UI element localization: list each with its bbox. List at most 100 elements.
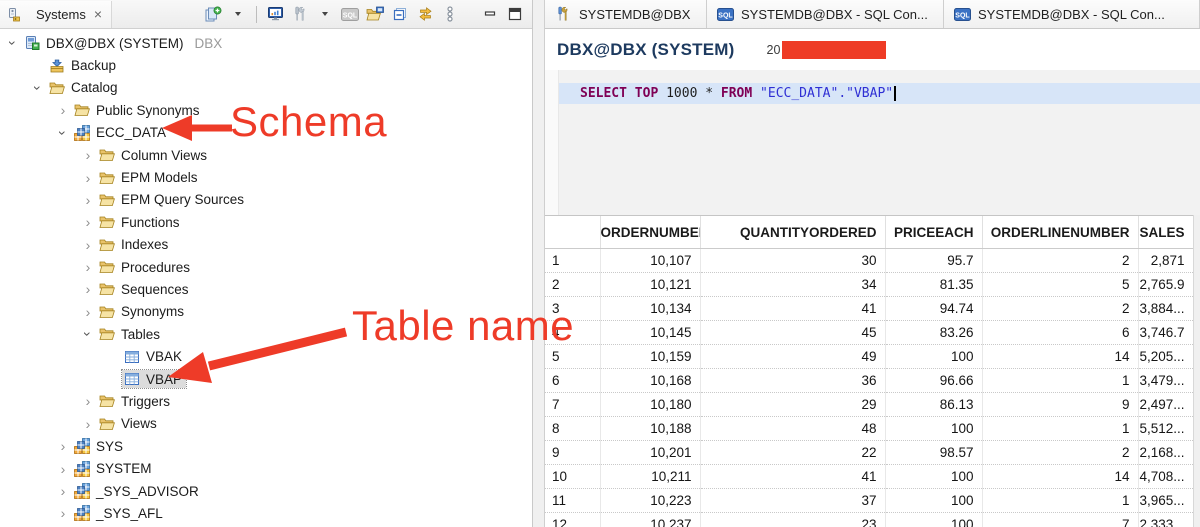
tree-item-synonyms[interactable]: ›Synonyms [0, 301, 532, 323]
cell[interactable]: 5,512... [1138, 417, 1193, 441]
add-system-icon[interactable] [202, 2, 224, 26]
tree-item-backup[interactable]: ›Backup [0, 54, 532, 76]
cell[interactable]: 10,211 [600, 465, 700, 489]
editor-tab-2[interactable]: SQLSYSTEMDB@DBX - SQL Con... [707, 0, 944, 28]
column-header-quantityordered[interactable]: QUANTITYORDERED [700, 216, 885, 249]
table-row[interactable]: 410,1454583.2663,746.7 [545, 321, 1193, 345]
cell[interactable]: 29 [700, 393, 885, 417]
tree-item-sys[interactable]: ›SYS [0, 435, 532, 457]
collapse-all-icon[interactable] [389, 2, 411, 26]
table-row[interactable]: 1210,2372310072,333... [545, 513, 1193, 527]
sql-statement-line[interactable]: SELECT TOP 1000 * FROM "ECC_DATA"."VBAP" [559, 83, 1200, 104]
tree-item-body[interactable]: Indexes [97, 236, 172, 254]
cell[interactable]: 41 [700, 465, 885, 489]
column-header-sales[interactable]: SALES [1138, 216, 1193, 249]
tree-item-body[interactable]: EPM Query Sources [97, 191, 248, 209]
cell[interactable]: 2,168... [1138, 441, 1193, 465]
column-header-orderlinenumber[interactable]: ORDERLINENUMBER [982, 216, 1138, 249]
row-number-cell[interactable]: 9 [545, 441, 600, 465]
cell[interactable]: 100 [885, 345, 982, 369]
cell[interactable]: 3,965... [1138, 489, 1193, 513]
cell[interactable]: 10,107 [600, 249, 700, 273]
cell[interactable]: 94.74 [885, 297, 982, 321]
cell[interactable]: 1 [982, 489, 1138, 513]
tree-item-body[interactable]: SYSTEM [72, 460, 156, 478]
row-number-cell[interactable]: 5 [545, 345, 600, 369]
cell[interactable]: 10,121 [600, 273, 700, 297]
tree-item-body[interactable]: ECC_DATA [72, 124, 170, 142]
tree-item-body[interactable]: _SYS_AFL [72, 504, 167, 522]
tree-item-tables[interactable]: ›Tables [0, 323, 532, 345]
tree-item-body[interactable]: Synonyms [97, 303, 188, 321]
chevron-right-icon[interactable]: › [79, 238, 97, 252]
tree-item-vbap[interactable]: ›VBAP [0, 368, 532, 390]
chevron-down-icon[interactable]: › [81, 325, 95, 343]
cell[interactable]: 2,333... [1138, 513, 1193, 527]
cell[interactable]: 10,237 [600, 513, 700, 527]
row-number-cell[interactable]: 3 [545, 297, 600, 321]
cell[interactable]: 100 [885, 513, 982, 527]
cell[interactable]: 2 [982, 297, 1138, 321]
chevron-right-icon[interactable]: › [79, 193, 97, 207]
table-row[interactable]: 910,2012298.5722,168... [545, 441, 1193, 465]
panel-splitter[interactable] [532, 0, 545, 527]
chevron-right-icon[interactable]: › [54, 103, 72, 117]
tree-item-sequences[interactable]: ›Sequences [0, 278, 532, 300]
tree-item-body[interactable]: _SYS_ADVISOR [72, 482, 203, 500]
tree-item-body[interactable]: Procedures [97, 258, 194, 276]
tree-item-body[interactable]: Sequences [97, 280, 193, 298]
tree-item-functions[interactable]: ›Functions [0, 211, 532, 233]
cell[interactable]: 10,145 [600, 321, 700, 345]
row-number-cell[interactable]: 8 [545, 417, 600, 441]
row-number-cell[interactable]: 1 [545, 249, 600, 273]
cell[interactable]: 9 [982, 393, 1138, 417]
tree-item-public-synonyms[interactable]: ›Public Synonyms [0, 99, 532, 121]
row-number-cell[interactable]: 6 [545, 369, 600, 393]
tree-item-body[interactable]: SYS [72, 437, 127, 455]
cell[interactable]: 100 [885, 465, 982, 489]
row-number-cell[interactable]: 7 [545, 393, 600, 417]
tree-item-indexes[interactable]: ›Indexes [0, 234, 532, 256]
cell[interactable]: 100 [885, 489, 982, 513]
cell[interactable]: 36 [700, 369, 885, 393]
chevron-right-icon[interactable]: › [79, 305, 97, 319]
tree-item-procedures[interactable]: ›Procedures [0, 256, 532, 278]
cell[interactable]: 3,884... [1138, 297, 1193, 321]
row-number-cell[interactable]: 4 [545, 321, 600, 345]
tree-item-body[interactable]: Tables [97, 325, 164, 343]
sql-editor[interactable]: SELECT TOP 1000 * FROM "ECC_DATA"."VBAP" [545, 70, 1200, 215]
tree-item-body[interactable]: Column Views [97, 146, 211, 164]
cell[interactable]: 81.35 [885, 273, 982, 297]
tree-item-body[interactable]: EPM Models [97, 169, 202, 187]
cell[interactable]: 96.66 [885, 369, 982, 393]
cell[interactable]: 95.7 [885, 249, 982, 273]
tree-item-dbx-dbx-system[interactable]: ›DBX@DBX (SYSTEM)DBX [0, 32, 532, 54]
configure-icon[interactable] [289, 2, 311, 26]
close-icon[interactable]: × [94, 7, 102, 21]
table-row[interactable]: 610,1683696.6613,479... [545, 369, 1193, 393]
cell[interactable]: 10,134 [600, 297, 700, 321]
cell[interactable]: 86.13 [885, 393, 982, 417]
column-header-rownum[interactable] [545, 216, 600, 249]
table-row[interactable]: 1010,21141100144,708... [545, 465, 1193, 489]
tree-item-body[interactable]: Views [97, 415, 161, 433]
tree-item-views[interactable]: ›Views [0, 413, 532, 435]
cell[interactable]: 34 [700, 273, 885, 297]
table-row[interactable]: 110,1073095.722,871 [545, 249, 1193, 273]
tree-item-body[interactable]: Public Synonyms [72, 101, 204, 119]
tree-item-body[interactable]: Triggers [97, 392, 174, 410]
row-number-cell[interactable]: 12 [545, 513, 600, 527]
dropdown-arrow-icon[interactable] [227, 2, 249, 26]
tree-item-body[interactable]: VBAK [122, 348, 186, 366]
cell[interactable]: 14 [982, 465, 1138, 489]
cell[interactable]: 10,168 [600, 369, 700, 393]
open-folder-icon[interactable] [364, 2, 386, 26]
cell[interactable]: 7 [982, 513, 1138, 527]
cell[interactable]: 10,159 [600, 345, 700, 369]
tree-item-sys-afl[interactable]: ›_SYS_AFL [0, 502, 532, 524]
cell[interactable]: 10,201 [600, 441, 700, 465]
cell[interactable]: 83.26 [885, 321, 982, 345]
table-row[interactable]: 510,15949100145,205... [545, 345, 1193, 369]
table-row[interactable]: 710,1802986.1392,497... [545, 393, 1193, 417]
cell[interactable]: 2 [982, 441, 1138, 465]
